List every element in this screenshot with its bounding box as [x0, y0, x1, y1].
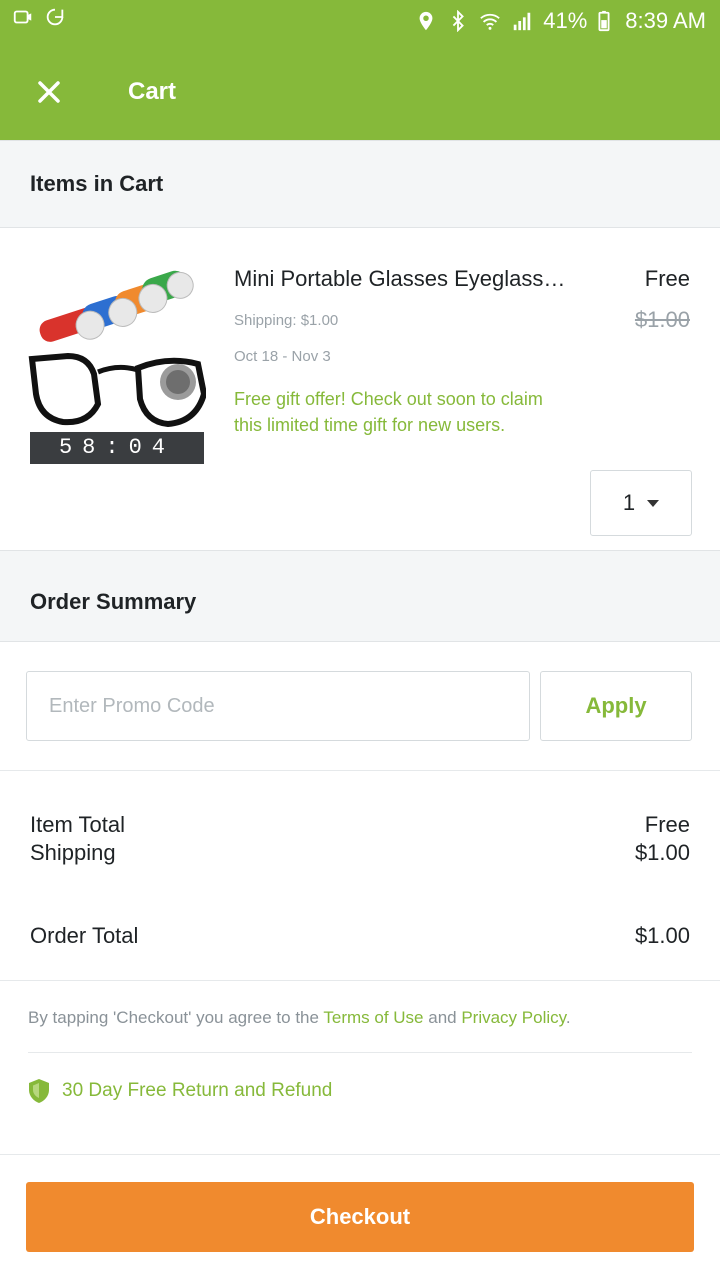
quantity-value: 1 — [622, 490, 636, 515]
gift-offer-text: Free gift offer! Check out soon to claim… — [234, 389, 543, 435]
checkout-button[interactable]: Checkout — [26, 1182, 694, 1252]
offer-countdown-timer: 58:04 — [30, 432, 204, 464]
item-total-value: Free — [644, 812, 690, 837]
page-title: Cart — [128, 78, 177, 105]
privacy-policy-link[interactable]: Privacy Policy — [461, 1008, 566, 1027]
app-header: Cart — [0, 42, 720, 140]
shield-icon — [26, 1078, 52, 1104]
shipping-value: $1.00 — [634, 840, 690, 865]
close-icon — [38, 81, 60, 103]
signal-icon — [513, 12, 531, 31]
terms-suffix: . — [565, 1008, 571, 1027]
terms-prefix: By tapping 'Checkout' you agree to the — [28, 1008, 324, 1027]
wifi-icon — [480, 13, 501, 30]
product-delivery-dates: Oct 18 - Nov 3 — [234, 348, 331, 365]
battery-percent: 41% — [543, 8, 588, 33]
divider — [0, 980, 720, 981]
terms-and: and — [423, 1008, 462, 1027]
order-total-label: Order Total — [30, 923, 139, 948]
product-title[interactable]: Mini Portable Glasses Eyeglasses Cleaner — [234, 266, 574, 292]
status-icons — [415, 10, 533, 32]
sync-icon — [46, 8, 64, 26]
quantity-selector[interactable]: 1 — [590, 470, 692, 536]
product-image[interactable] — [28, 264, 208, 434]
product-original-price: $1.00 — [634, 307, 690, 332]
status-left-icons — [12, 6, 66, 28]
shipping-label: Shipping — [30, 840, 116, 865]
status-bar: 41% 8:39 AM — [0, 0, 720, 42]
divider — [0, 1154, 720, 1155]
refund-policy-row[interactable]: 30 Day Free Return and Refund — [26, 1078, 332, 1104]
promo-code-input[interactable] — [26, 671, 530, 741]
bluetooth-icon — [453, 10, 465, 32]
battery-icon — [598, 10, 610, 32]
location-icon — [419, 11, 433, 31]
order-total-value: $1.00 — [634, 923, 690, 948]
caret-down-icon — [647, 499, 660, 507]
notification-icon — [13, 10, 32, 24]
order-summary-title: Order Summary — [30, 589, 197, 614]
divider — [0, 770, 720, 771]
cart-section-title: Items in Cart — [30, 171, 164, 196]
glasses-cleaner-image — [28, 264, 208, 434]
status-time: 8:39 AM — [625, 8, 706, 33]
cart-section-header: Items in Cart — [0, 140, 720, 228]
refund-policy-text: 30 Day Free Return and Refund — [62, 1080, 333, 1101]
close-button[interactable] — [34, 77, 64, 107]
terms-notice: By tapping 'Checkout' you agree to the T… — [28, 1008, 698, 1028]
apply-promo-button[interactable]: Apply — [540, 671, 692, 741]
product-price: Free — [644, 266, 690, 291]
order-summary-header: Order Summary — [0, 550, 720, 642]
divider — [28, 1052, 692, 1053]
terms-of-use-link[interactable]: Terms of Use — [323, 1008, 423, 1027]
item-total-label: Item Total — [30, 812, 125, 837]
product-shipping: Shipping: $1.00 — [234, 312, 339, 329]
